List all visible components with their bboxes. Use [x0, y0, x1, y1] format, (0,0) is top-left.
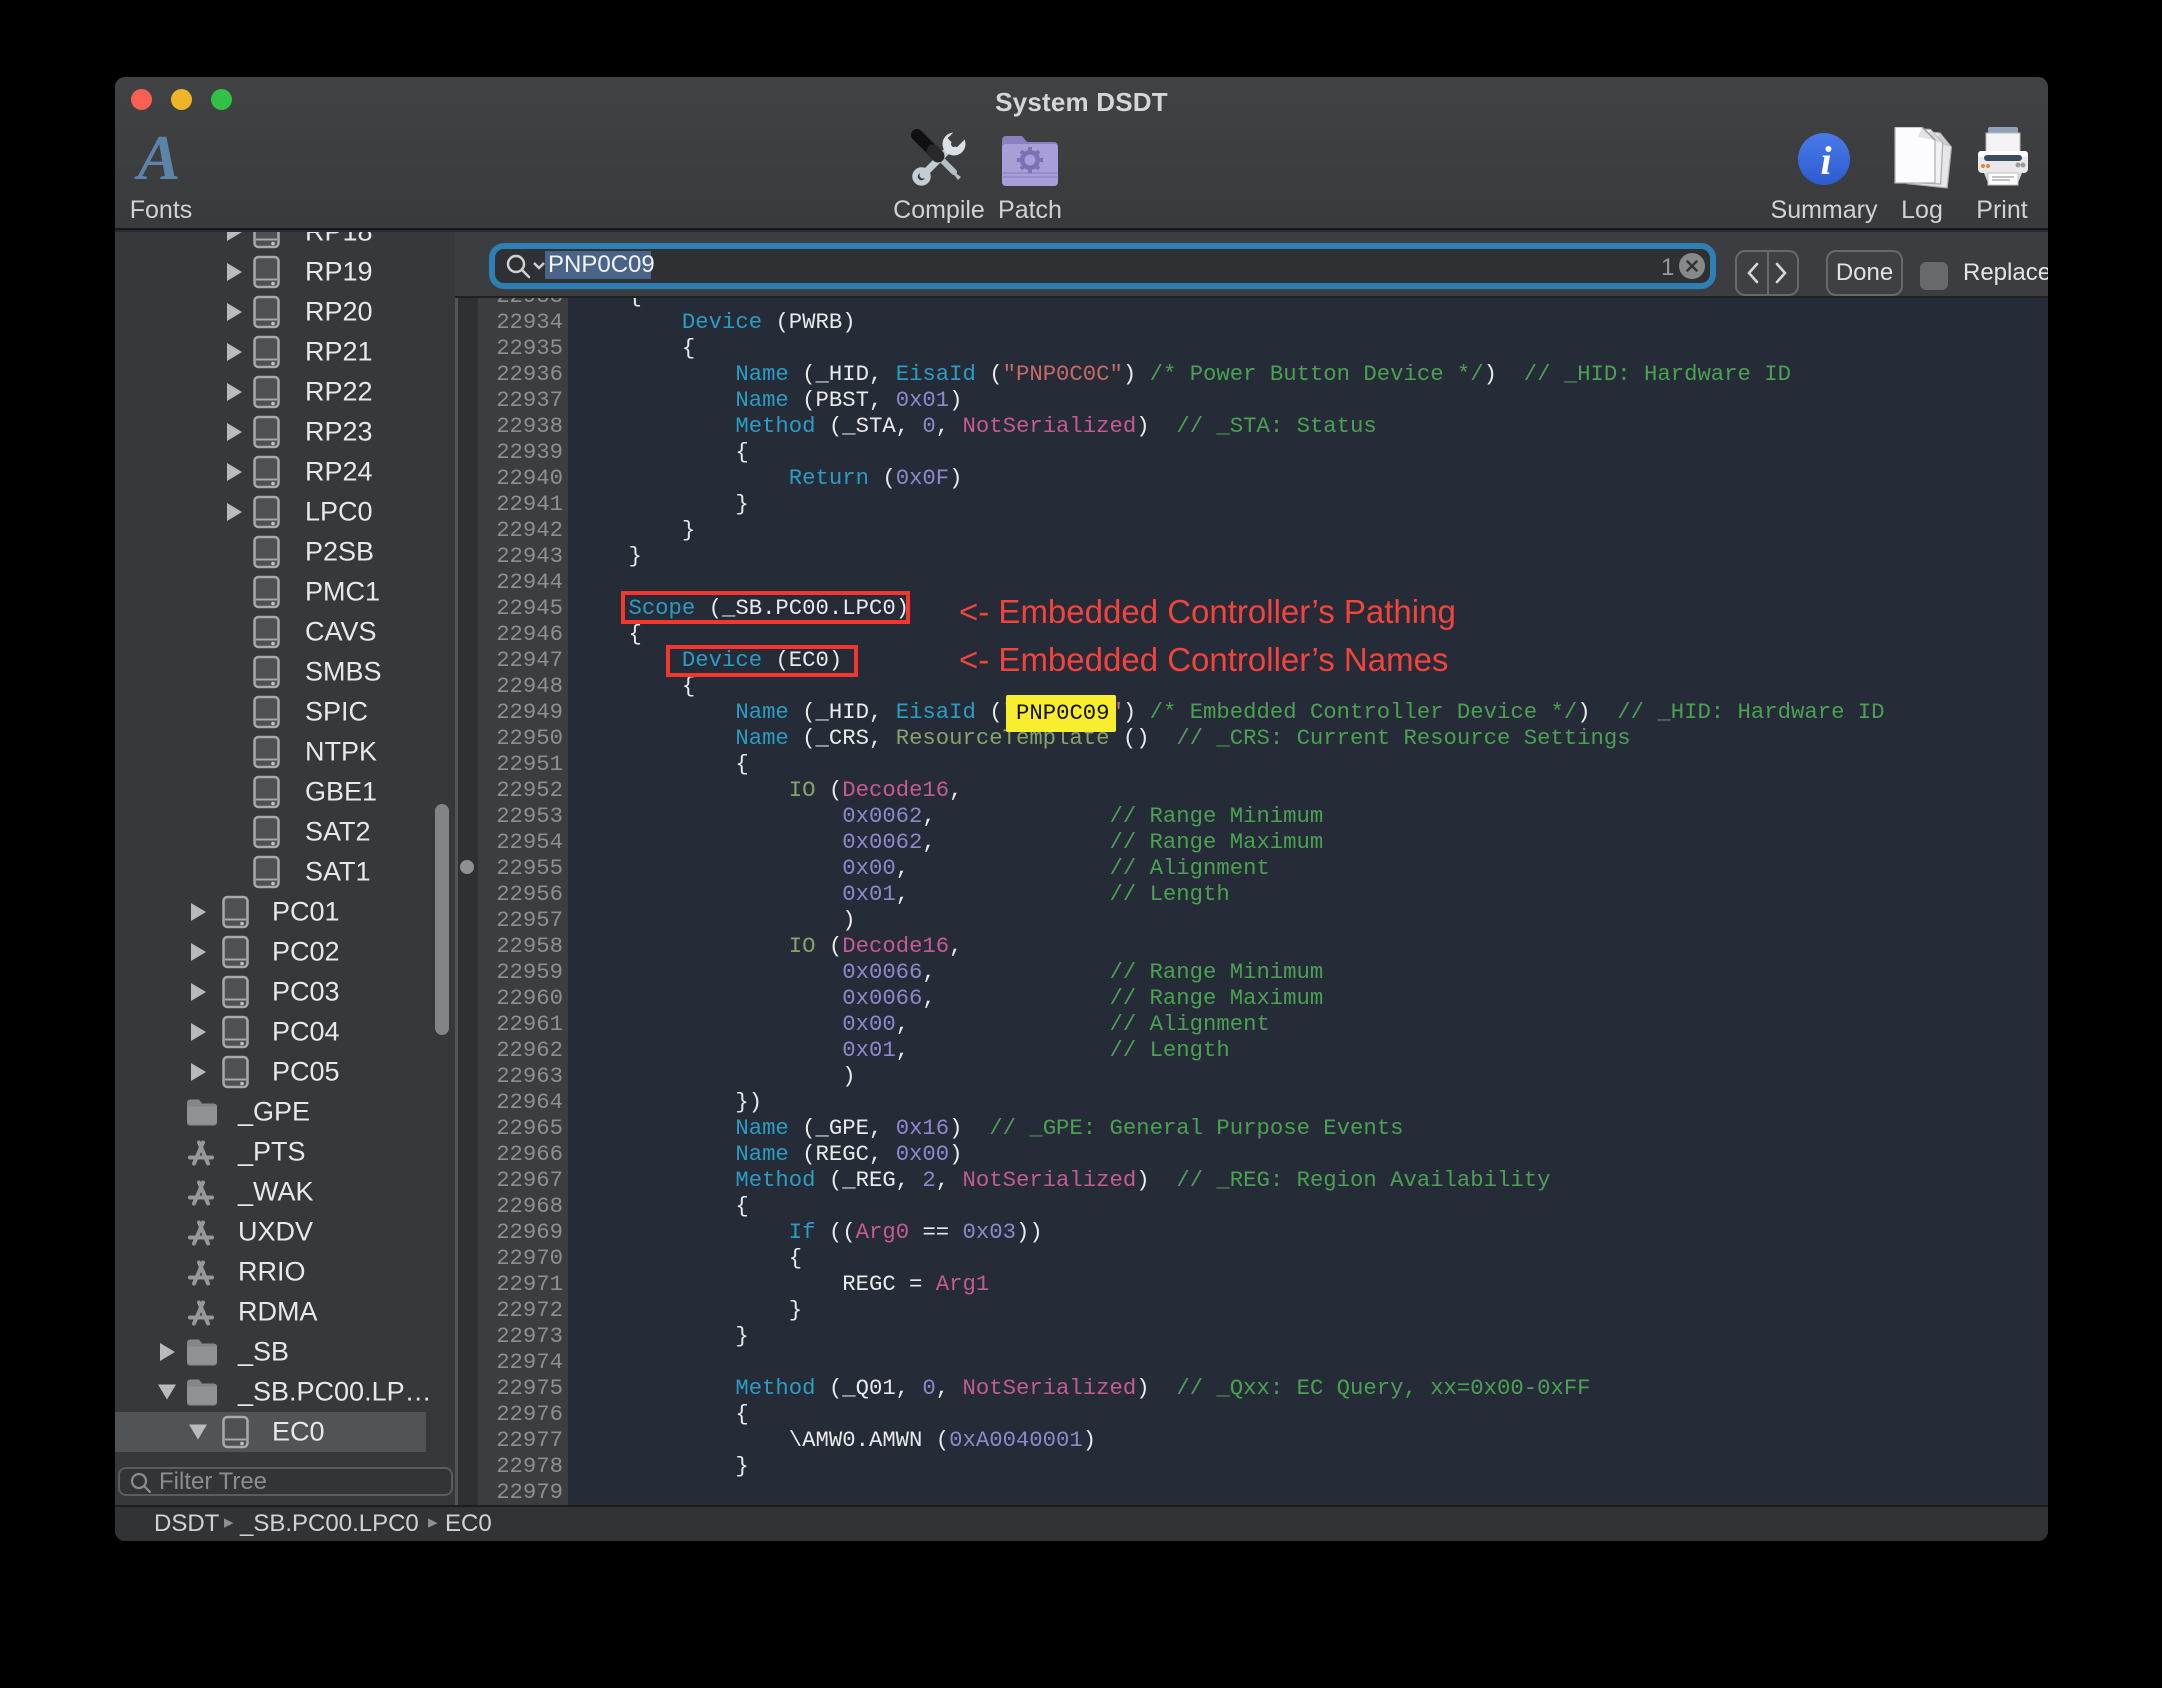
svg-text:i: i — [1820, 138, 1831, 183]
